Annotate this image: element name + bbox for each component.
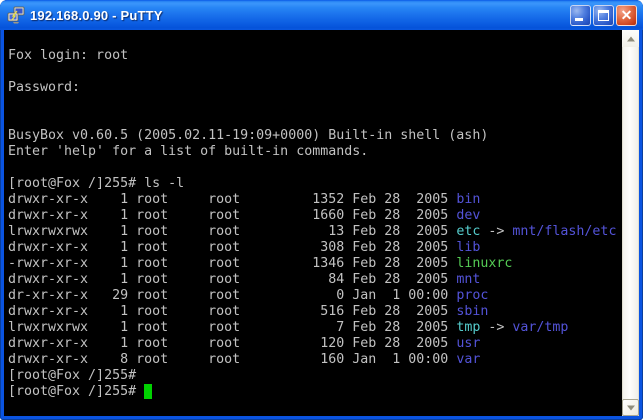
scroll-down-button[interactable]: [622, 399, 639, 416]
putty-window: 192.168.0.90 - PuTTY ✕ Fox login: root P…: [0, 0, 643, 420]
arrow-up-icon: [627, 36, 635, 41]
window-controls: ✕: [570, 5, 643, 26]
terminal-line: dr-xr-xr-x 29 root root 0 Jan 1 00:00 pr…: [8, 288, 618, 304]
close-icon: ✕: [617, 6, 636, 25]
terminal-line: [8, 32, 618, 48]
terminal-line: drwxr-xr-x 1 root root 84 Feb 28 2005 mn…: [8, 272, 618, 288]
terminal-line: Fox login: root: [8, 48, 618, 64]
terminal-line: drwxr-xr-x 1 root root 308 Feb 28 2005 l…: [8, 240, 618, 256]
window-title: 192.168.0.90 - PuTTY: [30, 8, 163, 23]
terminal-line: BusyBox v0.60.5 (2005.02.11-19:09+0000) …: [8, 128, 618, 144]
scroll-up-button[interactable]: [622, 30, 639, 47]
scrollbar[interactable]: [622, 30, 639, 416]
terminal-line: [8, 160, 618, 176]
terminal-line: drwxr-xr-x 1 root root 120 Feb 28 2005 u…: [8, 336, 618, 352]
minimize-icon: [575, 18, 583, 21]
terminal-lines[interactable]: Fox login: root Password: BusyBox v0.60.…: [8, 32, 618, 416]
terminal-cursor: [144, 384, 152, 399]
title-bar[interactable]: 192.168.0.90 - PuTTY ✕: [0, 0, 643, 30]
terminal-line: drwxr-xr-x 1 root root 516 Feb 28 2005 s…: [8, 304, 618, 320]
terminal-line: [8, 64, 618, 80]
minimize-button[interactable]: [570, 5, 591, 26]
terminal-line: Enter 'help' for a list of built-in comm…: [8, 144, 618, 160]
terminal-line: drwxr-xr-x 8 root root 160 Jan 1 00:00 v…: [8, 352, 618, 368]
terminal-line: drwxr-xr-x 1 root root 1352 Feb 28 2005 …: [8, 192, 618, 208]
scrollbar-thumb[interactable]: [622, 47, 639, 399]
arrow-down-icon: [627, 405, 635, 410]
terminal-line: Password:: [8, 80, 618, 96]
terminal-line: [8, 112, 618, 128]
terminal-screen[interactable]: Fox login: root Password: BusyBox v0.60.…: [4, 30, 639, 416]
terminal-line: lrwxrwxrwx 1 root root 7 Feb 28 2005 tmp…: [8, 320, 618, 336]
terminal-line: [root@Fox /]255#: [8, 384, 618, 400]
terminal-line: [8, 96, 618, 112]
terminal-line: drwxr-xr-x 1 root root 1660 Feb 28 2005 …: [8, 208, 618, 224]
maximize-icon: [598, 10, 609, 21]
terminal-line: lrwxrwxrwx 1 root root 13 Feb 28 2005 et…: [8, 224, 618, 240]
close-button[interactable]: ✕: [616, 5, 637, 26]
terminal-line: -rwxr-xr-x 1 root root 1346 Feb 28 2005 …: [8, 256, 618, 272]
terminal-line: [root@Fox /]255# ls -l: [8, 176, 618, 192]
terminal-line: [root@Fox /]255#: [8, 368, 618, 384]
putty-icon[interactable]: [7, 6, 25, 24]
maximize-button[interactable]: [593, 5, 614, 26]
